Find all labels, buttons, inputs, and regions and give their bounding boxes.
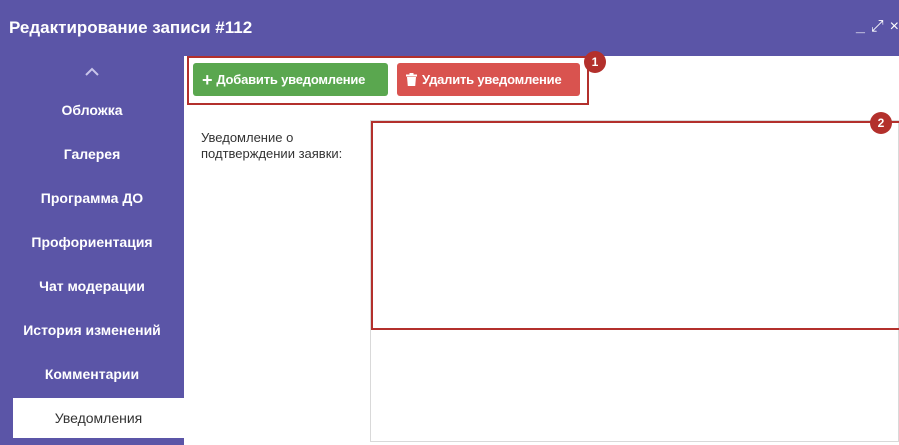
notification-field-label: Уведомление о подтверждении заявки: xyxy=(201,130,343,161)
sidebar-item-label: Комментарии xyxy=(44,366,140,382)
notification-textarea[interactable] xyxy=(370,120,899,442)
window-controls: _ ⤢ × xyxy=(856,15,899,39)
sidebar-item-history[interactable]: История изменений xyxy=(0,310,184,350)
sidebar-item-gallery[interactable]: Галерея xyxy=(0,134,184,174)
sidebar-item-label: Обложка xyxy=(61,102,123,118)
sidebar-item-notifications[interactable]: Уведомления xyxy=(13,398,184,438)
sidebar-item-label: Программа ДО xyxy=(40,190,144,206)
edit-record-window: Редактирование записи #112 _ ⤢ × Обложка… xyxy=(0,0,899,445)
maximize-icon[interactable]: ⤢ xyxy=(871,19,884,35)
window-title: Редактирование записи #112 xyxy=(9,18,253,37)
add-notification-label: Добавить уведомление xyxy=(216,72,366,87)
chevron-up-icon xyxy=(85,67,99,76)
sidebar-item-label: Галерея xyxy=(63,146,121,162)
add-notification-button[interactable]: + Добавить уведомление xyxy=(193,63,388,96)
trash-icon xyxy=(406,73,417,86)
window-titlebar: Редактирование записи #112 _ ⤢ × xyxy=(0,0,899,56)
delete-notification-button[interactable]: Удалить уведомление xyxy=(397,63,580,96)
sidebar-item-comments[interactable]: Комментарии xyxy=(0,354,184,394)
sidebar-item-label: Профориентация xyxy=(31,234,153,250)
close-icon[interactable]: × xyxy=(890,19,899,35)
minimize-icon[interactable]: _ xyxy=(856,19,865,35)
sidebar-item-moderation-chat[interactable]: Чат модерации xyxy=(0,266,184,306)
sidebar-item-program[interactable]: Программа ДО xyxy=(0,178,184,218)
annotation-marker-1: 1 xyxy=(584,51,606,73)
sidebar-item-cover[interactable]: Обложка xyxy=(0,90,184,130)
sidebar-item-label: История изменений xyxy=(23,322,161,338)
sidebar-item-label: Чат модерации xyxy=(39,278,145,294)
sidebar-collapse-button[interactable] xyxy=(0,56,184,86)
delete-notification-label: Удалить уведомление xyxy=(422,72,562,87)
annotation-marker-2: 2 xyxy=(870,112,892,134)
sidebar-item-label: Уведомления xyxy=(54,410,143,426)
sidebar-item-career-guidance[interactable]: Профориентация xyxy=(0,222,184,262)
sidebar: Обложка Галерея Программа ДО Профориента… xyxy=(0,56,184,445)
plus-icon: + xyxy=(202,69,213,90)
